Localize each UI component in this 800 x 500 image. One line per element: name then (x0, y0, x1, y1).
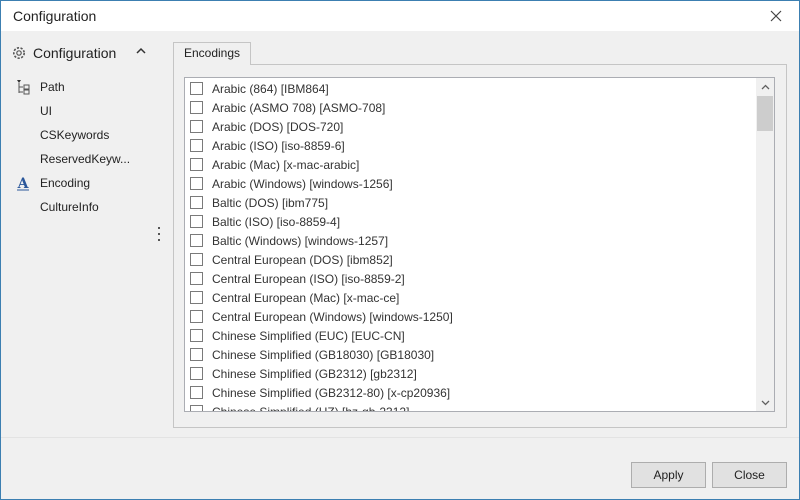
close-window-button[interactable] (753, 1, 799, 31)
list-item-label: Central European (DOS) [ibm852] (212, 252, 393, 267)
list-item[interactable]: Arabic (DOS) [DOS-720] (185, 117, 756, 136)
scroll-up-button[interactable] (756, 78, 774, 95)
sidebar-item-label: ReservedKeyw... (40, 152, 131, 166)
tab-encodings[interactable]: Encodings (173, 42, 251, 65)
list-item[interactable]: Chinese Simplified (EUC) [EUC-CN] (185, 326, 756, 345)
sidebar-item-encoding[interactable]: A Encoding (13, 173, 153, 193)
checkbox[interactable] (190, 234, 203, 247)
configuration-dialog: Configuration Configuration Path UI CSKe… (0, 0, 800, 500)
list-item-label: Central European (ISO) [iso-8859-2] (212, 271, 405, 286)
checkbox[interactable] (190, 348, 203, 361)
list-item[interactable]: Baltic (Windows) [windows-1257] (185, 231, 756, 250)
sidebar-item-label: Encoding (40, 176, 91, 190)
checkbox[interactable] (190, 310, 203, 323)
scrollbar-thumb[interactable] (757, 96, 773, 131)
list-item-label: Baltic (DOS) [ibm775] (212, 195, 329, 210)
sidebar: Configuration Path UI CSKeywords Reserve… (1, 32, 171, 437)
sidebar-item-label: CultureInfo (40, 200, 99, 214)
sidebar-item-label: Path (40, 80, 65, 94)
list-item-label: Chinese Simplified (HZ) [hz-gb-2312] (212, 404, 410, 412)
window-title: Configuration (13, 8, 97, 24)
list-item[interactable]: Central European (DOS) [ibm852] (185, 250, 756, 269)
checkbox[interactable] (190, 139, 203, 152)
checkbox[interactable] (190, 272, 203, 285)
list-item-label: Chinese Simplified (GB18030) [GB18030] (212, 347, 435, 362)
vertical-scrollbar[interactable] (756, 78, 774, 411)
checkbox[interactable] (190, 82, 203, 95)
chevron-up-icon (136, 47, 146, 54)
checkbox[interactable] (190, 215, 203, 228)
list-item[interactable]: Arabic (Mac) [x-mac-arabic] (185, 155, 756, 174)
sidebar-item-path[interactable]: Path (13, 77, 153, 97)
checkbox[interactable] (190, 177, 203, 190)
chevron-down-icon (761, 400, 769, 405)
close-button[interactable]: Close (712, 462, 787, 488)
title-bar: Configuration (1, 1, 799, 31)
list-item[interactable]: Arabic (ASMO 708) [ASMO-708] (185, 98, 756, 117)
apply-button[interactable]: Apply (631, 462, 706, 488)
close-icon (770, 10, 782, 22)
sidebar-item-label: CSKeywords (40, 128, 110, 142)
list-item[interactable]: Central European (ISO) [iso-8859-2] (185, 269, 756, 288)
list-item-label: Baltic (Windows) [windows-1257] (212, 233, 389, 248)
list-item-label: Baltic (ISO) [iso-8859-4] (212, 214, 341, 229)
sidebar-item-cskeywords[interactable]: CSKeywords (13, 125, 153, 145)
list-item[interactable]: Arabic (864) [IBM864] (185, 79, 756, 98)
list-item[interactable]: Chinese Simplified (GB18030) [GB18030] (185, 345, 756, 364)
checkbox[interactable] (190, 158, 203, 171)
tree-icon (13, 79, 33, 95)
list-item[interactable]: Arabic (Windows) [windows-1256] (185, 174, 756, 193)
list-item-label: Arabic (ASMO 708) [ASMO-708] (212, 100, 386, 115)
sidebar-group-configuration[interactable]: Configuration (11, 42, 161, 64)
list-item[interactable]: Chinese Simplified (GB2312) [gb2312] (185, 364, 756, 383)
list-item-label: Chinese Simplified (GB2312) [gb2312] (212, 366, 417, 381)
sidebar-item-reservedkeywords[interactable]: ReservedKeyw... (13, 149, 153, 169)
checkbox[interactable] (190, 329, 203, 342)
sidebar-header-label: Configuration (33, 45, 117, 61)
list-item-label: Arabic (864) [IBM864] (212, 81, 329, 96)
checkbox[interactable] (190, 367, 203, 380)
list-item-label: Arabic (Windows) [windows-1256] (212, 176, 393, 191)
list-item[interactable]: Baltic (ISO) [iso-8859-4] (185, 212, 756, 231)
list-item[interactable]: Baltic (DOS) [ibm775] (185, 193, 756, 212)
list-item-label: Arabic (ISO) [iso-8859-6] (212, 138, 345, 153)
font-a-icon: A (13, 175, 33, 191)
checkbox[interactable] (190, 291, 203, 304)
list-item-label: Central European (Mac) [x-mac-ce] (212, 290, 400, 305)
list-item[interactable]: Chinese Simplified (GB2312-80) [x-cp2093… (185, 383, 756, 402)
list-item-label: Chinese Simplified (GB2312-80) [x-cp2093… (212, 385, 451, 400)
checkbox[interactable] (190, 253, 203, 266)
checkbox[interactable] (190, 101, 203, 114)
list-item[interactable]: Chinese Simplified (HZ) [hz-gb-2312] (185, 402, 756, 412)
scroll-down-button[interactable] (756, 394, 774, 411)
more-options-icon[interactable] (153, 225, 165, 243)
list-item-label: Chinese Simplified (EUC) [EUC-CN] (212, 328, 405, 343)
checkbox[interactable] (190, 196, 203, 209)
list-item-label: Central European (Windows) [windows-1250… (212, 309, 453, 324)
checkbox[interactable] (190, 405, 203, 411)
encodings-checklist[interactable]: Arabic (864) [IBM864] Arabic (ASMO 708) [… (184, 77, 775, 412)
checkbox[interactable] (190, 120, 203, 133)
list-item-label: Arabic (DOS) [DOS-720] (212, 119, 344, 134)
sidebar-item-cultureinfo[interactable]: CultureInfo (13, 197, 153, 217)
list-item[interactable]: Arabic (ISO) [iso-8859-6] (185, 136, 756, 155)
chevron-up-icon (761, 84, 769, 89)
svg-text:A: A (17, 176, 30, 191)
checkbox[interactable] (190, 386, 203, 399)
sidebar-item-ui[interactable]: UI (13, 101, 153, 121)
list-item-label: Arabic (Mac) [x-mac-arabic] (212, 157, 360, 172)
list-item[interactable]: Central European (Mac) [x-mac-ce] (185, 288, 756, 307)
sidebar-item-label: UI (40, 104, 52, 118)
list-item[interactable]: Central European (Windows) [windows-1250… (185, 307, 756, 326)
footer-divider (1, 437, 799, 438)
gear-icon (13, 47, 25, 59)
